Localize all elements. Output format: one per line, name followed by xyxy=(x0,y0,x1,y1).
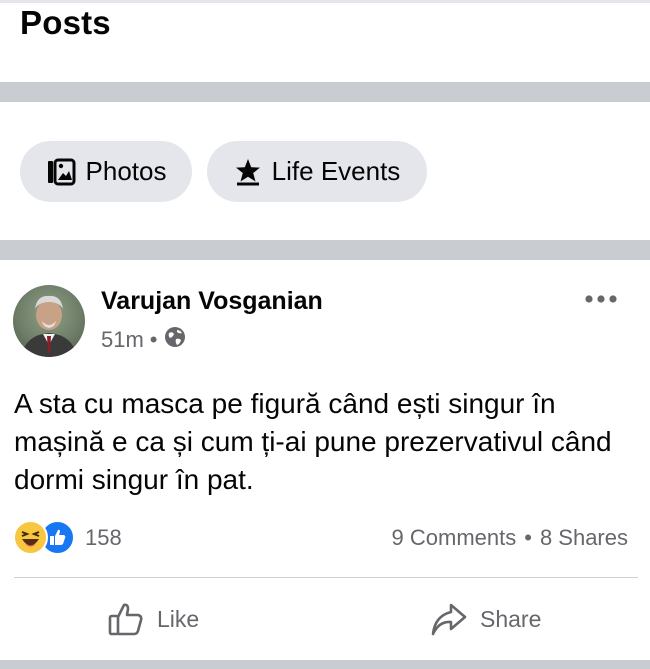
reactions-summary[interactable]: 158 xyxy=(13,519,122,555)
post-meta: 51m • xyxy=(101,326,186,354)
comments-count[interactable]: 9 Comments xyxy=(392,525,517,551)
photos-label: Photos xyxy=(85,156,167,186)
haha-reaction-icon xyxy=(13,519,48,555)
section-divider xyxy=(0,660,650,669)
more-options-icon[interactable] xyxy=(582,288,620,310)
thumbs-up-icon xyxy=(107,600,145,638)
top-divider xyxy=(0,0,650,3)
post-text: A sta cu masca pe figură când ești singu… xyxy=(14,388,612,495)
life-events-filter-button[interactable]: Life Events xyxy=(207,141,427,202)
section-title: Posts xyxy=(20,4,111,41)
share-arrow-icon xyxy=(430,600,468,638)
stats-separator: • xyxy=(524,525,532,550)
post-stats: 9 Comments • 8 Shares xyxy=(392,525,628,551)
life-events-label: Life Events xyxy=(271,156,401,186)
photos-filter-button[interactable]: Photos xyxy=(20,141,192,202)
avatar[interactable] xyxy=(13,285,85,357)
section-divider xyxy=(0,82,650,102)
post-author[interactable]: Varujan Vosganian xyxy=(101,287,323,316)
shares-count[interactable]: 8 Shares xyxy=(540,525,628,551)
like-label: Like xyxy=(157,605,200,632)
globe-icon xyxy=(164,326,186,354)
share-label: Share xyxy=(480,605,542,632)
section-divider xyxy=(0,240,650,260)
life-events-icon xyxy=(234,158,262,186)
meta-separator: • xyxy=(149,327,158,352)
actions-divider xyxy=(14,577,638,578)
photos-icon xyxy=(46,158,76,186)
reaction-count: 158 xyxy=(85,525,122,550)
share-button[interactable]: Share xyxy=(430,598,541,640)
post-time[interactable]: 51m xyxy=(101,327,144,353)
like-button[interactable]: Like xyxy=(107,598,199,640)
